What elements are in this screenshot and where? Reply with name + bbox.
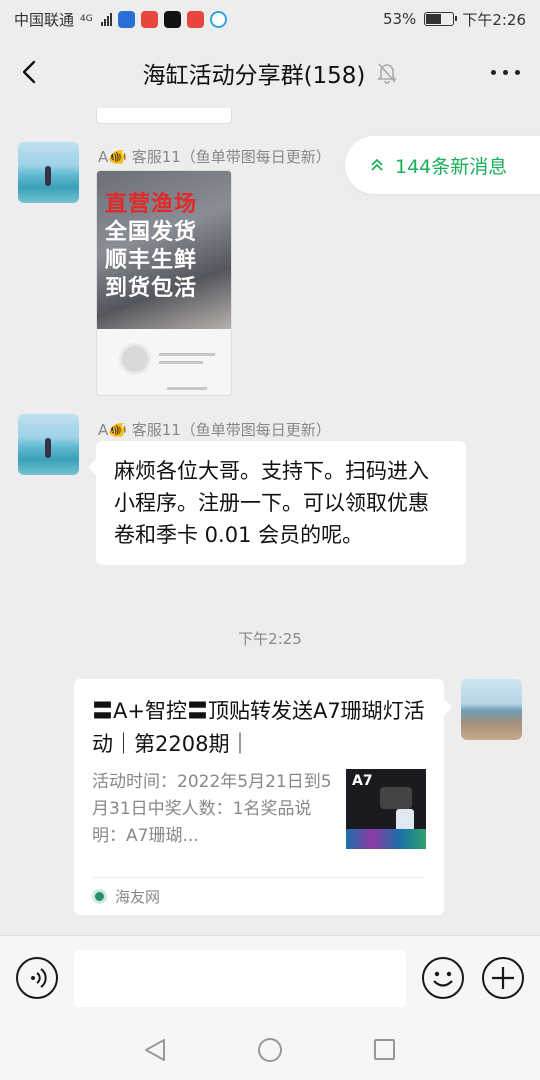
- voice-icon[interactable]: [16, 957, 58, 999]
- link-card-description: 活动时间：2022年5月21日到5月31日中奖人数：1名奖品说明：A7珊瑚...: [92, 772, 332, 846]
- nav-recent-icon[interactable]: [374, 1039, 395, 1060]
- qr-code-icon: [119, 343, 151, 375]
- sender-name: A🐠 客服11（鱼单带图每日更新）: [98, 421, 331, 439]
- link-card-message[interactable]: 〓A+智控〓顶贴转发送A7珊瑚灯活动｜第2208期｜ 活动时间：2022年5月2…: [74, 679, 452, 915]
- time-divider: 下午2:25: [238, 630, 302, 648]
- battery-percent: 53%: [382, 10, 417, 28]
- poster-line: 到货包活: [105, 276, 198, 301]
- nav-back-icon[interactable]: [144, 1038, 166, 1062]
- signal-icon: [100, 12, 112, 26]
- my-avatar[interactable]: [461, 679, 522, 740]
- sender-name: A🐠 客服11（鱼单带图每日更新）: [98, 148, 331, 166]
- back-arrow-icon[interactable]: [18, 60, 42, 84]
- app-notification-icon: [209, 10, 227, 28]
- app-notification-icon: [140, 10, 158, 28]
- previous-image-message[interactable]: [96, 108, 232, 124]
- chat-header: 海缸活动分享群(158): [0, 38, 540, 108]
- more-icon[interactable]: [491, 70, 520, 75]
- network-type: 4G: [80, 13, 93, 24]
- avatar[interactable]: [18, 414, 79, 475]
- link-card-title: 〓A+智控〓顶贴转发送A7珊瑚灯活动｜第2208期｜: [92, 699, 425, 756]
- poster-line: 顺丰生鲜: [105, 248, 198, 273]
- image-message-poster: 直营渔场 全国发货 顺丰生鲜 到货包活: [97, 171, 231, 329]
- thumbnail-label: A7: [352, 773, 373, 789]
- carrier-label: 中国联通: [14, 10, 75, 29]
- poster-line: 全国发货: [105, 220, 198, 245]
- source-logo-icon: [92, 889, 107, 904]
- app-notification-icon: [117, 10, 135, 28]
- message-input[interactable]: [74, 950, 406, 1007]
- mute-bell-icon: [377, 63, 398, 84]
- chat-title: 海缸活动分享群(158): [142, 63, 366, 89]
- poster-line: 直营渔场: [105, 192, 198, 217]
- emoji-icon[interactable]: [422, 957, 464, 999]
- image-message-footer: [97, 329, 231, 395]
- avatar[interactable]: [18, 142, 79, 203]
- text-message-bubble[interactable]: 麻烦各位大哥。支持下。扫码进入小程序。注册一下。可以领取优惠卷和季卡 0.01 …: [88, 441, 466, 565]
- battery-icon: [424, 12, 458, 26]
- status-bar: 中国联通 4G 53% 下午2:26: [0, 0, 540, 38]
- image-message[interactable]: 直营渔场 全国发货 顺丰生鲜 到货包活: [96, 170, 232, 396]
- app-notification-icon: [186, 10, 204, 28]
- link-card-thumbnail: A7: [346, 769, 426, 849]
- tiktok-notification-icon: [163, 10, 181, 28]
- new-messages-label: 144条新消息: [395, 155, 508, 178]
- double-chevron-up-icon: [371, 158, 383, 171]
- new-messages-button[interactable]: 144条新消息: [345, 136, 540, 194]
- input-bar: [0, 935, 540, 1020]
- clock: 下午2:26: [462, 10, 526, 29]
- message-text: 麻烦各位大哥。支持下。扫码进入小程序。注册一下。可以领取优惠卷和季卡 0.01 …: [114, 459, 429, 547]
- plus-icon[interactable]: [482, 957, 524, 999]
- nav-home-icon[interactable]: [258, 1038, 282, 1062]
- system-nav-bar: [0, 1020, 540, 1080]
- source-name: 海友网: [115, 888, 161, 906]
- link-card-source: 海友网: [92, 877, 426, 915]
